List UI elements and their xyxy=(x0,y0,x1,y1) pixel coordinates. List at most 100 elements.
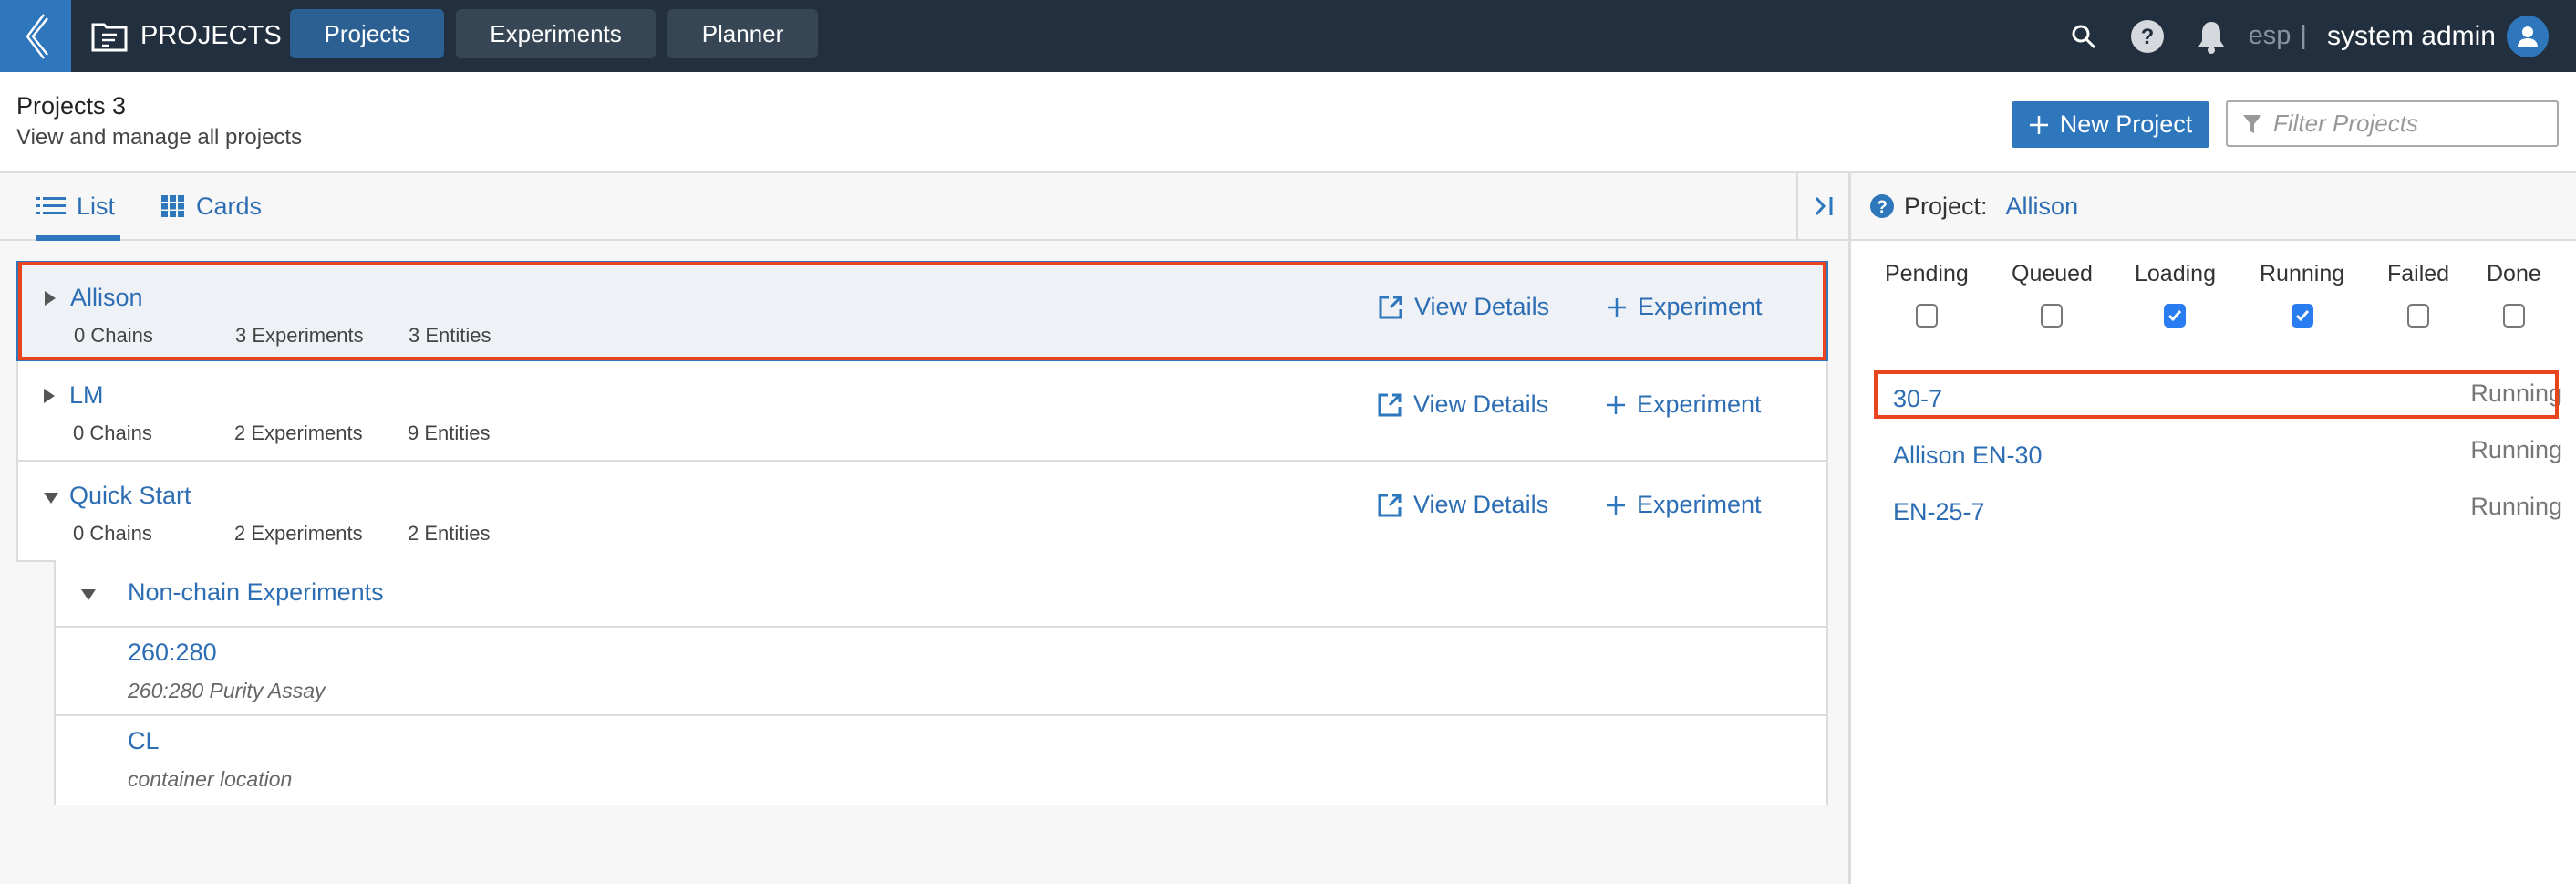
user-icon xyxy=(2518,26,2538,47)
collapse-right-icon xyxy=(1815,197,1832,215)
help-icon[interactable]: ? xyxy=(2130,19,2165,54)
tab-list-label: List xyxy=(77,192,116,220)
help-icon[interactable]: ? xyxy=(1869,193,1895,219)
running-checkbox[interactable] xyxy=(2291,304,2313,328)
add-experiment-button[interactable]: Experiment xyxy=(1606,491,1762,519)
view-details-button[interactable]: View Details xyxy=(1378,293,1549,321)
check-icon xyxy=(2168,310,2182,322)
view-details-label: View Details xyxy=(1414,293,1550,320)
avatar[interactable] xyxy=(2507,15,2549,57)
collapse-panel-button[interactable] xyxy=(1796,173,1848,239)
page-subtitle: View and manage all projects xyxy=(16,125,303,150)
status-label: Failed xyxy=(2387,261,2450,286)
nav-experiments-button[interactable]: Experiments xyxy=(456,9,656,58)
chains-count: 0 Chains xyxy=(73,421,152,444)
tenant-label: esp xyxy=(2248,21,2292,50)
done-checkbox[interactable] xyxy=(2502,304,2525,328)
grid-icon xyxy=(161,195,184,217)
collapse-caret-icon[interactable] xyxy=(81,589,96,600)
experiment-status: Running xyxy=(2470,436,2562,463)
entities-count: 3 Entities xyxy=(409,324,491,347)
experiment-row[interactable]: CL container location xyxy=(56,716,1826,805)
view-details-label: View Details xyxy=(1413,390,1549,418)
external-link-icon xyxy=(1378,393,1402,416)
experiments-count: 2 Experiments xyxy=(234,522,363,545)
experiment-row[interactable]: 260:280 260:280 Purity Assay xyxy=(56,628,1826,716)
search-icon[interactable] xyxy=(2070,23,2097,50)
tab-list[interactable]: List xyxy=(36,173,120,241)
entities-count: 9 Entities xyxy=(408,421,491,444)
page-title: Projects 3 xyxy=(16,92,127,120)
loading-checkbox[interactable] xyxy=(2164,304,2187,328)
plus-icon xyxy=(1607,495,1625,515)
failed-checkbox[interactable] xyxy=(2407,304,2430,328)
add-experiment-label: Experiment xyxy=(1638,293,1763,320)
back-button[interactable] xyxy=(0,0,71,72)
group-title[interactable]: Non-chain Experiments xyxy=(128,578,384,607)
svg-text:?: ? xyxy=(1877,198,1888,217)
non-chain-experiments-group: Non-chain Experiments 260:280 260:280 Pu… xyxy=(54,560,1828,805)
add-experiment-button[interactable]: Experiment xyxy=(1607,293,1763,321)
project-meta: 0 Chains 2 Experiments 2 Entities xyxy=(73,522,491,546)
add-experiment-button[interactable]: Experiment xyxy=(1606,390,1762,419)
status-label: Queued xyxy=(2012,261,2093,286)
add-experiment-label: Experiment xyxy=(1637,390,1762,418)
svg-text:?: ? xyxy=(2140,25,2154,49)
experiment-list-item[interactable]: Allison EN-30 Running xyxy=(1884,432,2576,478)
experiment-name[interactable]: Allison EN-30 xyxy=(1893,442,2043,470)
panel-project-label: Project: xyxy=(1904,192,1988,220)
experiment-description: 260:280 Purity Assay xyxy=(128,679,326,702)
experiment-status: Running xyxy=(2470,493,2562,520)
new-project-button[interactable]: New Project xyxy=(2012,101,2209,148)
experiment-list-item[interactable]: EN-25-7 Running xyxy=(1884,489,2576,535)
experiment-name[interactable]: 260:280 xyxy=(128,639,217,667)
experiment-name[interactable]: 30-7 xyxy=(1893,385,1942,413)
collapse-caret-icon[interactable] xyxy=(44,493,58,504)
list-icon xyxy=(36,197,66,214)
status-filter-failed: Failed xyxy=(2387,261,2449,328)
status-label: Pending xyxy=(1885,261,1969,286)
nav-projects-button[interactable]: Projects xyxy=(290,9,444,58)
user-name[interactable]: system admin xyxy=(2327,21,2496,52)
panel-project-name[interactable]: Allison xyxy=(2006,192,2079,221)
project-name[interactable]: Allison xyxy=(70,284,143,312)
queued-checkbox[interactable] xyxy=(2041,304,2064,328)
status-filter-queued: Queued xyxy=(2012,261,2093,328)
bell-icon[interactable] xyxy=(2196,19,2227,54)
nav-right: ? esp | system admin xyxy=(2070,0,2549,72)
filter-projects-input[interactable] xyxy=(2273,109,2547,138)
tab-cards[interactable]: Cards xyxy=(161,173,262,239)
expand-caret-icon[interactable] xyxy=(45,291,56,306)
tab-cards-label: Cards xyxy=(196,192,263,220)
view-details-button[interactable]: View Details xyxy=(1377,390,1548,419)
experiment-list-item[interactable]: 30-7 Running xyxy=(1884,376,2576,421)
view-details-button[interactable]: View Details xyxy=(1377,491,1548,519)
top-nav: PROJECTS Projects Experiments Planner ? … xyxy=(0,0,2576,72)
expand-caret-icon[interactable] xyxy=(44,389,55,403)
plus-icon xyxy=(1607,395,1625,414)
project-row-lm[interactable]: LM 0 Chains 2 Experiments 9 Entities Vie… xyxy=(16,361,1828,462)
project-name[interactable]: Quick Start xyxy=(69,482,191,510)
nav-planner-button[interactable]: Planner xyxy=(667,9,818,58)
chains-count: 0 Chains xyxy=(74,324,153,347)
folder-icon xyxy=(91,23,128,51)
experiment-name[interactable]: CL xyxy=(128,727,160,755)
project-meta: 0 Chains 2 Experiments 9 Entities xyxy=(73,421,491,445)
status-filter-pending: Pending xyxy=(1885,261,1969,328)
status-filter-running: Running xyxy=(2260,261,2344,328)
filter-projects-field[interactable] xyxy=(2226,100,2559,147)
project-row-allison[interactable]: Allison 0 Chains 3 Experiments 3 Entitie… xyxy=(16,261,1828,361)
new-project-label: New Project xyxy=(2059,110,2193,138)
project-row-quick-start[interactable]: Quick Start 0 Chains 2 Experiments 2 Ent… xyxy=(16,462,1828,562)
experiment-name[interactable]: EN-25-7 xyxy=(1893,498,1985,526)
app-title: PROJECTS xyxy=(91,0,282,72)
project-name[interactable]: LM xyxy=(69,381,104,410)
experiment-description: container location xyxy=(128,767,293,791)
pending-checkbox[interactable] xyxy=(1915,304,1938,328)
check-icon xyxy=(2295,310,2309,322)
plus-icon xyxy=(1608,297,1626,317)
panel-header: ? Project: Allison xyxy=(1851,173,2576,241)
plus-icon xyxy=(2029,115,2048,134)
view-details-label: View Details xyxy=(1413,491,1549,518)
non-chain-experiments-header[interactable]: Non-chain Experiments xyxy=(56,560,1826,628)
